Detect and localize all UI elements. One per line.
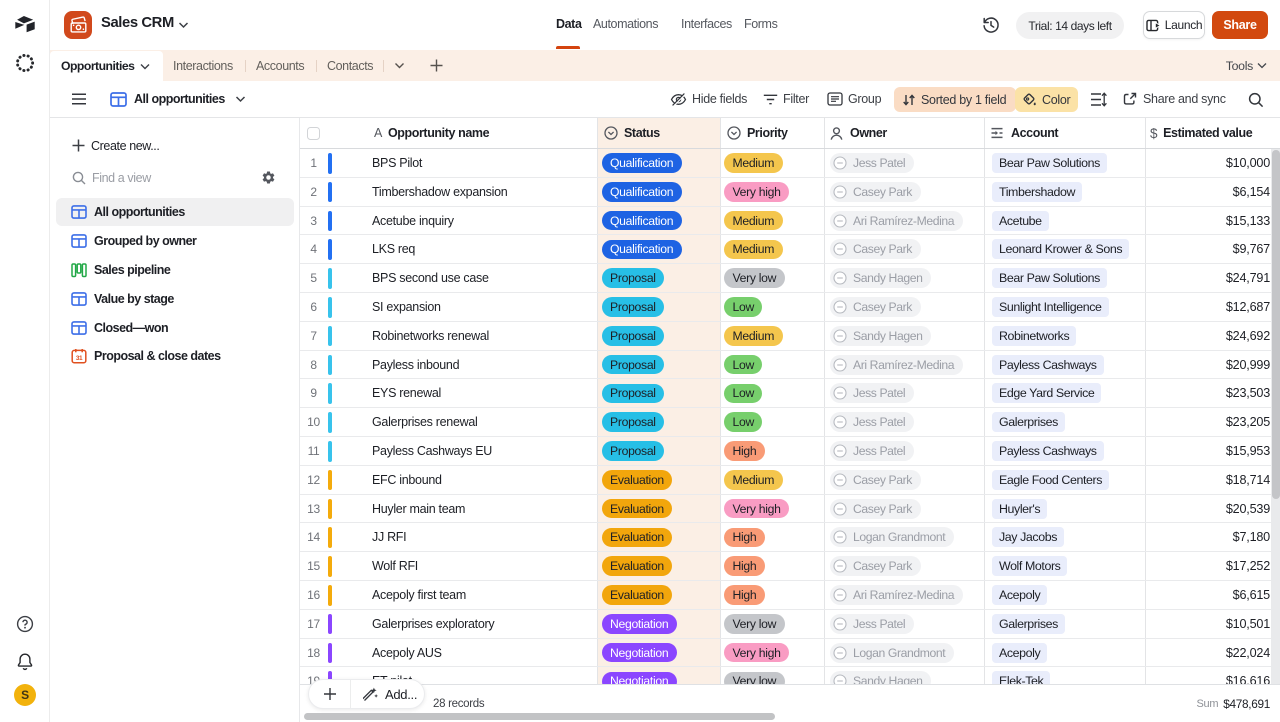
svg-text:31: 31	[76, 355, 83, 362]
